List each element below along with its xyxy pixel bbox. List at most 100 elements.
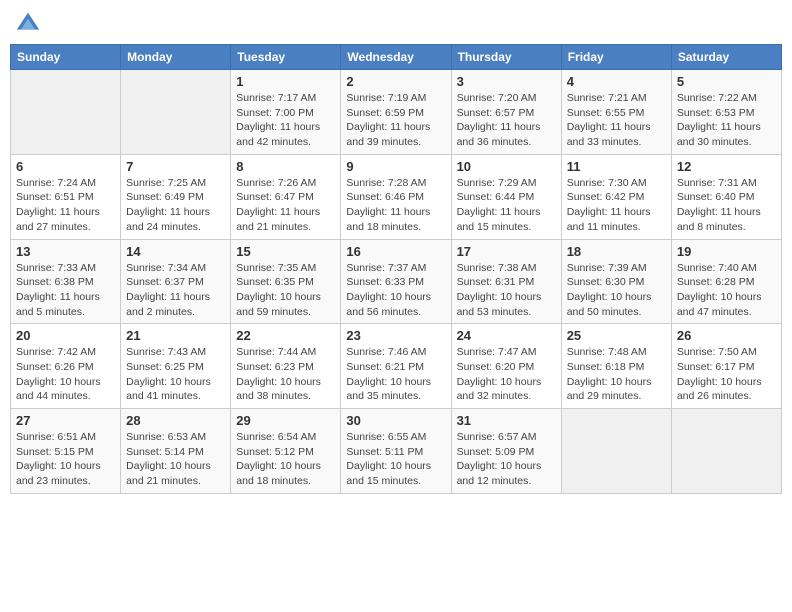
day-number: 6: [16, 159, 115, 174]
day-detail: Sunrise: 7:46 AMSunset: 6:21 PMDaylight:…: [346, 345, 445, 404]
calendar-cell: 5 Sunrise: 7:22 AMSunset: 6:53 PMDaylight…: [671, 70, 781, 155]
day-detail: Sunrise: 6:53 AMSunset: 5:14 PMDaylight:…: [126, 430, 225, 489]
day-detail: Sunrise: 7:29 AMSunset: 6:44 PMDaylight:…: [457, 176, 556, 235]
calendar-week-row: 20 Sunrise: 7:42 AMSunset: 6:26 PMDayligh…: [11, 324, 782, 409]
col-header-monday: Monday: [121, 45, 231, 70]
day-number: 15: [236, 244, 335, 259]
calendar-cell: [671, 409, 781, 494]
day-detail: Sunrise: 7:33 AMSunset: 6:38 PMDaylight:…: [16, 261, 115, 320]
day-detail: Sunrise: 7:31 AMSunset: 6:40 PMDaylight:…: [677, 176, 776, 235]
page-header: [10, 10, 782, 38]
calendar-cell: 12 Sunrise: 7:31 AMSunset: 6:40 PMDayligh…: [671, 154, 781, 239]
day-number: 2: [346, 74, 445, 89]
calendar-cell: 16 Sunrise: 7:37 AMSunset: 6:33 PMDayligh…: [341, 239, 451, 324]
day-detail: Sunrise: 7:40 AMSunset: 6:28 PMDaylight:…: [677, 261, 776, 320]
col-header-sunday: Sunday: [11, 45, 121, 70]
day-number: 1: [236, 74, 335, 89]
calendar-header-row: SundayMondayTuesdayWednesdayThursdayFrid…: [11, 45, 782, 70]
day-number: 26: [677, 328, 776, 343]
day-detail: Sunrise: 7:28 AMSunset: 6:46 PMDaylight:…: [346, 176, 445, 235]
day-detail: Sunrise: 7:30 AMSunset: 6:42 PMDaylight:…: [567, 176, 666, 235]
day-number: 18: [567, 244, 666, 259]
calendar-cell: 10 Sunrise: 7:29 AMSunset: 6:44 PMDayligh…: [451, 154, 561, 239]
day-detail: Sunrise: 7:38 AMSunset: 6:31 PMDaylight:…: [457, 261, 556, 320]
day-number: 8: [236, 159, 335, 174]
day-number: 17: [457, 244, 556, 259]
day-number: 10: [457, 159, 556, 174]
day-detail: Sunrise: 6:54 AMSunset: 5:12 PMDaylight:…: [236, 430, 335, 489]
calendar-cell: 15 Sunrise: 7:35 AMSunset: 6:35 PMDayligh…: [231, 239, 341, 324]
day-detail: Sunrise: 7:21 AMSunset: 6:55 PMDaylight:…: [567, 91, 666, 150]
day-detail: Sunrise: 6:57 AMSunset: 5:09 PMDaylight:…: [457, 430, 556, 489]
day-number: 31: [457, 413, 556, 428]
day-detail: Sunrise: 7:47 AMSunset: 6:20 PMDaylight:…: [457, 345, 556, 404]
day-detail: Sunrise: 7:17 AMSunset: 7:00 PMDaylight:…: [236, 91, 335, 150]
calendar-cell: 17 Sunrise: 7:38 AMSunset: 6:31 PMDayligh…: [451, 239, 561, 324]
calendar-cell: 1 Sunrise: 7:17 AMSunset: 7:00 PMDaylight…: [231, 70, 341, 155]
calendar-table: SundayMondayTuesdayWednesdayThursdayFrid…: [10, 44, 782, 494]
calendar-cell: 6 Sunrise: 7:24 AMSunset: 6:51 PMDaylight…: [11, 154, 121, 239]
calendar-cell: 27Sunrise: 6:51 AMSunset: 5:15 PMDayligh…: [11, 409, 121, 494]
day-number: 12: [677, 159, 776, 174]
calendar-cell: 25 Sunrise: 7:48 AMSunset: 6:18 PMDayligh…: [561, 324, 671, 409]
calendar-cell: [11, 70, 121, 155]
day-number: 11: [567, 159, 666, 174]
calendar-cell: 11 Sunrise: 7:30 AMSunset: 6:42 PMDayligh…: [561, 154, 671, 239]
calendar-cell: 19Sunrise: 7:40 AMSunset: 6:28 PMDayligh…: [671, 239, 781, 324]
day-detail: Sunrise: 7:20 AMSunset: 6:57 PMDaylight:…: [457, 91, 556, 150]
calendar-cell: [121, 70, 231, 155]
day-detail: Sunrise: 6:51 AMSunset: 5:15 PMDaylight:…: [16, 430, 115, 489]
calendar-cell: 14 Sunrise: 7:34 AMSunset: 6:37 PMDayligh…: [121, 239, 231, 324]
day-detail: Sunrise: 7:34 AMSunset: 6:37 PMDaylight:…: [126, 261, 225, 320]
calendar-week-row: 1 Sunrise: 7:17 AMSunset: 7:00 PMDaylight…: [11, 70, 782, 155]
calendar-cell: 29 Sunrise: 6:54 AMSunset: 5:12 PMDayligh…: [231, 409, 341, 494]
day-number: 20: [16, 328, 115, 343]
day-number: 14: [126, 244, 225, 259]
calendar-week-row: 13Sunrise: 7:33 AMSunset: 6:38 PMDayligh…: [11, 239, 782, 324]
calendar-week-row: 27Sunrise: 6:51 AMSunset: 5:15 PMDayligh…: [11, 409, 782, 494]
day-number: 9: [346, 159, 445, 174]
calendar-cell: 24Sunrise: 7:47 AMSunset: 6:20 PMDayligh…: [451, 324, 561, 409]
calendar-cell: 21 Sunrise: 7:43 AMSunset: 6:25 PMDayligh…: [121, 324, 231, 409]
calendar-cell: 22Sunrise: 7:44 AMSunset: 6:23 PMDayligh…: [231, 324, 341, 409]
calendar-cell: 7 Sunrise: 7:25 AMSunset: 6:49 PMDaylight…: [121, 154, 231, 239]
day-detail: Sunrise: 7:35 AMSunset: 6:35 PMDaylight:…: [236, 261, 335, 320]
col-header-wednesday: Wednesday: [341, 45, 451, 70]
calendar-cell: 8 Sunrise: 7:26 AMSunset: 6:47 PMDaylight…: [231, 154, 341, 239]
calendar-cell: 3 Sunrise: 7:20 AMSunset: 6:57 PMDaylight…: [451, 70, 561, 155]
calendar-cell: 18 Sunrise: 7:39 AMSunset: 6:30 PMDayligh…: [561, 239, 671, 324]
calendar-cell: 26Sunrise: 7:50 AMSunset: 6:17 PMDayligh…: [671, 324, 781, 409]
day-detail: Sunrise: 6:55 AMSunset: 5:11 PMDaylight:…: [346, 430, 445, 489]
day-detail: Sunrise: 7:26 AMSunset: 6:47 PMDaylight:…: [236, 176, 335, 235]
day-detail: Sunrise: 7:25 AMSunset: 6:49 PMDaylight:…: [126, 176, 225, 235]
calendar-cell: 2Sunrise: 7:19 AMSunset: 6:59 PMDaylight…: [341, 70, 451, 155]
day-number: 25: [567, 328, 666, 343]
calendar-cell: 9 Sunrise: 7:28 AMSunset: 6:46 PMDaylight…: [341, 154, 451, 239]
day-number: 21: [126, 328, 225, 343]
col-header-thursday: Thursday: [451, 45, 561, 70]
day-detail: Sunrise: 7:24 AMSunset: 6:51 PMDaylight:…: [16, 176, 115, 235]
day-detail: Sunrise: 7:37 AMSunset: 6:33 PMDaylight:…: [346, 261, 445, 320]
calendar-cell: 20 Sunrise: 7:42 AMSunset: 6:26 PMDayligh…: [11, 324, 121, 409]
calendar-cell: 28 Sunrise: 6:53 AMSunset: 5:14 PMDayligh…: [121, 409, 231, 494]
day-detail: Sunrise: 7:48 AMSunset: 6:18 PMDaylight:…: [567, 345, 666, 404]
day-detail: Sunrise: 7:22 AMSunset: 6:53 PMDaylight:…: [677, 91, 776, 150]
day-number: 23: [346, 328, 445, 343]
day-detail: Sunrise: 7:42 AMSunset: 6:26 PMDaylight:…: [16, 345, 115, 404]
calendar-week-row: 6 Sunrise: 7:24 AMSunset: 6:51 PMDaylight…: [11, 154, 782, 239]
logo: [14, 10, 46, 38]
day-detail: Sunrise: 7:43 AMSunset: 6:25 PMDaylight:…: [126, 345, 225, 404]
day-number: 3: [457, 74, 556, 89]
calendar-cell: 13Sunrise: 7:33 AMSunset: 6:38 PMDayligh…: [11, 239, 121, 324]
calendar-cell: 4Sunrise: 7:21 AMSunset: 6:55 PMDaylight…: [561, 70, 671, 155]
day-number: 16: [346, 244, 445, 259]
day-detail: Sunrise: 7:39 AMSunset: 6:30 PMDaylight:…: [567, 261, 666, 320]
day-number: 28: [126, 413, 225, 428]
col-header-tuesday: Tuesday: [231, 45, 341, 70]
day-number: 5: [677, 74, 776, 89]
calendar-cell: 30Sunrise: 6:55 AMSunset: 5:11 PMDayligh…: [341, 409, 451, 494]
day-number: 22: [236, 328, 335, 343]
logo-icon: [14, 10, 42, 38]
day-number: 7: [126, 159, 225, 174]
day-number: 29: [236, 413, 335, 428]
